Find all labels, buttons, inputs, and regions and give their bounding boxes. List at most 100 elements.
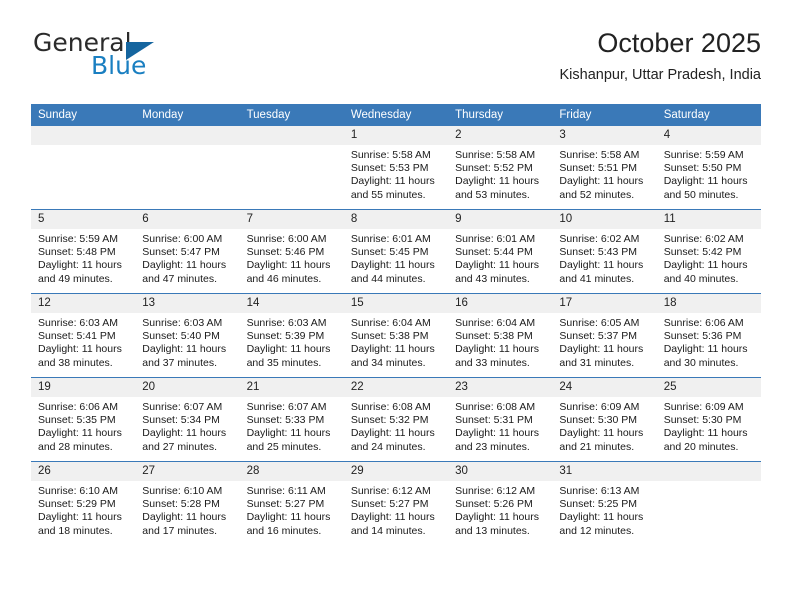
calendar-day-cell-empty bbox=[135, 126, 240, 210]
calendar-day-cell[interactable]: 18 Sunrise: 6:06 AM Sunset: 5:36 PM Dayligh… bbox=[656, 293, 761, 378]
sunset-text: Sunset: 5:34 PM bbox=[142, 414, 220, 427]
calendar-day-cell[interactable]: 6 Sunrise: 6:00 AM Sunset: 5:47 PM Daylight… bbox=[135, 209, 240, 294]
sunrise-text: Sunrise: 6:10 AM bbox=[38, 485, 118, 497]
sunrise-text: Sunrise: 6:12 AM bbox=[455, 485, 536, 497]
location-subtitle: Kishanpur, Uttar Pradesh, India bbox=[559, 67, 761, 84]
day-number bbox=[656, 462, 761, 481]
page-title: October 2025 bbox=[597, 28, 761, 58]
day-number: 20 bbox=[135, 378, 240, 397]
day-details: Sunrise: 5:58 AM Sunset: 5:51 PM Daylight:… bbox=[552, 145, 656, 202]
calendar-day-cell[interactable]: 27 Sunrise: 6:10 AM Sunset: 5:28 PM Dayligh… bbox=[135, 461, 240, 545]
calendar-day-cell[interactable]: 12 Sunrise: 6:03 AM Sunset: 5:41 PM Dayligh… bbox=[31, 293, 136, 378]
weekday-header-tuesday: Tuesday bbox=[239, 104, 344, 126]
daylight-text: Daylight: 11 hours and 41 minutes. bbox=[559, 259, 644, 285]
calendar-day-cell[interactable]: 14 Sunrise: 6:03 AM Sunset: 5:39 PM Dayligh… bbox=[239, 293, 344, 378]
day-number: 2 bbox=[448, 126, 553, 145]
sunrise-text: Sunrise: 5:58 AM bbox=[559, 149, 640, 161]
calendar-day-cell[interactable]: 21 Sunrise: 6:07 AM Sunset: 5:33 PM Dayligh… bbox=[239, 377, 344, 462]
sunrise-text: Sunrise: 6:09 AM bbox=[559, 401, 640, 413]
sunrise-text: Sunrise: 6:08 AM bbox=[455, 401, 536, 413]
sunrise-text: Sunrise: 5:58 AM bbox=[350, 149, 431, 161]
day-details: Sunrise: 6:02 AM Sunset: 5:42 PM Daylight:… bbox=[657, 229, 761, 286]
day-details: Sunrise: 6:01 AM Sunset: 5:44 PM Daylight:… bbox=[448, 229, 552, 286]
day-number: 1 bbox=[343, 126, 449, 145]
calendar-day-cell[interactable]: 23 Sunrise: 6:08 AM Sunset: 5:31 PM Dayligh… bbox=[448, 377, 553, 462]
sunset-text: Sunset: 5:40 PM bbox=[142, 330, 220, 343]
day-cell-inner: 22 Sunrise: 6:08 AM Sunset: 5:32 PM Dayligh… bbox=[343, 378, 449, 461]
sunset-text: Sunset: 5:27 PM bbox=[246, 498, 325, 511]
calendar-day-cell[interactable]: 29 Sunrise: 6:12 AM Sunset: 5:27 PM Dayligh… bbox=[343, 461, 449, 545]
calendar-day-cell[interactable]: 15 Sunrise: 6:04 AM Sunset: 5:38 PM Dayligh… bbox=[343, 293, 449, 378]
calendar-day-cell[interactable]: 19 Sunrise: 6:06 AM Sunset: 5:35 PM Dayligh… bbox=[31, 377, 136, 462]
day-details: Sunrise: 6:11 AM Sunset: 5:27 PM Daylight:… bbox=[240, 481, 344, 538]
calendar-day-cell[interactable]: 8 Sunrise: 6:01 AM Sunset: 5:45 PM Daylight… bbox=[343, 209, 449, 294]
day-number: 13 bbox=[135, 294, 240, 313]
calendar-day-cell[interactable]: 2 Sunrise: 5:58 AM Sunset: 5:52 PM Daylight… bbox=[448, 126, 553, 210]
sunrise-text: Sunrise: 6:11 AM bbox=[246, 485, 326, 497]
calendar-day-cell[interactable]: 20 Sunrise: 6:07 AM Sunset: 5:34 PM Dayligh… bbox=[135, 377, 240, 462]
calendar-day-cell[interactable]: 24 Sunrise: 6:09 AM Sunset: 5:30 PM Dayligh… bbox=[552, 377, 657, 462]
day-cell-inner: 1 Sunrise: 5:58 AM Sunset: 5:53 PM Daylight… bbox=[343, 126, 449, 209]
day-cell-inner: 14 Sunrise: 6:03 AM Sunset: 5:39 PM Dayligh… bbox=[239, 294, 344, 377]
day-cell-inner: 9 Sunrise: 6:01 AM Sunset: 5:44 PM Daylight… bbox=[448, 210, 553, 293]
day-details: Sunrise: 6:00 AM Sunset: 5:47 PM Daylight:… bbox=[135, 229, 239, 286]
calendar-day-cell[interactable]: 17 Sunrise: 6:05 AM Sunset: 5:37 PM Dayligh… bbox=[552, 293, 657, 378]
calendar-day-cell[interactable]: 16 Sunrise: 6:04 AM Sunset: 5:38 PM Dayligh… bbox=[448, 293, 553, 378]
day-number: 29 bbox=[343, 462, 449, 481]
day-number bbox=[135, 126, 240, 145]
day-number: 30 bbox=[448, 462, 553, 481]
sunset-text: Sunset: 5:31 PM bbox=[455, 414, 533, 427]
calendar-day-cell[interactable]: 5 Sunrise: 5:59 AM Sunset: 5:48 PM Daylight… bbox=[31, 209, 136, 294]
daylight-text: Daylight: 11 hours and 23 minutes. bbox=[455, 427, 539, 453]
daylight-text: Daylight: 11 hours and 25 minutes. bbox=[246, 427, 331, 453]
daylight-text: Daylight: 11 hours and 28 minutes. bbox=[38, 427, 122, 453]
calendar-day-cell[interactable]: 13 Sunrise: 6:03 AM Sunset: 5:40 PM Dayligh… bbox=[135, 293, 240, 378]
daylight-text: Daylight: 11 hours and 14 minutes. bbox=[350, 511, 435, 537]
calendar-day-cell[interactable]: 30 Sunrise: 6:12 AM Sunset: 5:26 PM Dayligh… bbox=[448, 461, 553, 545]
sunset-text: Sunset: 5:30 PM bbox=[559, 414, 638, 427]
day-cell-inner: 7 Sunrise: 6:00 AM Sunset: 5:46 PM Daylight… bbox=[239, 210, 344, 293]
calendar-day-cell[interactable]: 11 Sunrise: 6:02 AM Sunset: 5:42 PM Dayligh… bbox=[656, 209, 761, 294]
sunrise-text: Sunrise: 6:10 AM bbox=[142, 485, 223, 497]
sunset-text: Sunset: 5:26 PM bbox=[455, 498, 533, 511]
calendar-day-cell[interactable]: 28 Sunrise: 6:11 AM Sunset: 5:27 PM Dayligh… bbox=[239, 461, 344, 545]
day-details: Sunrise: 5:58 AM Sunset: 5:53 PM Daylight:… bbox=[344, 145, 448, 202]
daylight-text: Daylight: 11 hours and 38 minutes. bbox=[38, 343, 122, 369]
calendar-day-cell[interactable]: 3 Sunrise: 5:58 AM Sunset: 5:51 PM Daylight… bbox=[552, 126, 657, 210]
day-number: 31 bbox=[552, 462, 657, 481]
sunset-text: Sunset: 5:25 PM bbox=[559, 498, 638, 511]
day-cell-inner: 8 Sunrise: 6:01 AM Sunset: 5:45 PM Daylight… bbox=[343, 210, 449, 293]
calendar-day-cell[interactable]: 26 Sunrise: 6:10 AM Sunset: 5:29 PM Dayligh… bbox=[31, 461, 136, 545]
calendar-day-cell[interactable]: 10 Sunrise: 6:02 AM Sunset: 5:43 PM Dayligh… bbox=[552, 209, 657, 294]
title-block: October 2025 Kishanpur, Uttar Pradesh, I… bbox=[559, 28, 761, 84]
day-number: 4 bbox=[656, 126, 761, 145]
calendar-page: General Blue October 2025 Kishanpur, Utt… bbox=[0, 0, 792, 612]
daylight-text: Daylight: 11 hours and 31 minutes. bbox=[559, 343, 644, 369]
day-number: 6 bbox=[135, 210, 240, 229]
sunrise-text: Sunrise: 5:59 AM bbox=[663, 149, 744, 161]
calendar-day-cell[interactable]: 4 Sunrise: 5:59 AM Sunset: 5:50 PM Daylight… bbox=[656, 126, 761, 210]
page-header: General Blue October 2025 Kishanpur, Utt… bbox=[31, 28, 761, 98]
day-number: 12 bbox=[31, 294, 136, 313]
calendar-day-cell[interactable]: 31 Sunrise: 6:13 AM Sunset: 5:25 PM Dayligh… bbox=[552, 461, 657, 545]
day-cell-inner: 18 Sunrise: 6:06 AM Sunset: 5:36 PM Dayligh… bbox=[656, 294, 761, 377]
day-cell-inner: 21 Sunrise: 6:07 AM Sunset: 5:33 PM Dayligh… bbox=[239, 378, 344, 461]
day-cell-inner bbox=[135, 126, 240, 209]
sunrise-text: Sunrise: 6:03 AM bbox=[246, 317, 327, 329]
calendar-day-cell[interactable]: 1 Sunrise: 5:58 AM Sunset: 5:53 PM Daylight… bbox=[343, 126, 449, 210]
calendar-day-cell[interactable]: 7 Sunrise: 6:00 AM Sunset: 5:46 PM Daylight… bbox=[239, 209, 344, 294]
calendar-day-cell[interactable]: 25 Sunrise: 6:09 AM Sunset: 5:30 PM Dayligh… bbox=[656, 377, 761, 462]
day-number: 15 bbox=[343, 294, 449, 313]
day-cell-inner: 11 Sunrise: 6:02 AM Sunset: 5:42 PM Dayligh… bbox=[656, 210, 761, 293]
calendar-day-cell[interactable]: 22 Sunrise: 6:08 AM Sunset: 5:32 PM Dayligh… bbox=[343, 377, 449, 462]
day-details: Sunrise: 6:04 AM Sunset: 5:38 PM Daylight:… bbox=[448, 313, 552, 370]
sunrise-text: Sunrise: 6:04 AM bbox=[350, 317, 431, 329]
day-number: 11 bbox=[656, 210, 761, 229]
generalblue-logo[interactable]: General Blue bbox=[31, 28, 261, 84]
sunrise-text: Sunrise: 6:00 AM bbox=[246, 233, 327, 245]
day-details: Sunrise: 6:10 AM Sunset: 5:28 PM Daylight:… bbox=[135, 481, 239, 538]
daylight-text: Daylight: 11 hours and 30 minutes. bbox=[663, 343, 748, 369]
day-details: Sunrise: 6:09 AM Sunset: 5:30 PM Daylight:… bbox=[657, 397, 761, 454]
calendar-day-cell[interactable]: 9 Sunrise: 6:01 AM Sunset: 5:44 PM Daylight… bbox=[448, 209, 553, 294]
sunset-text: Sunset: 5:27 PM bbox=[350, 498, 429, 511]
